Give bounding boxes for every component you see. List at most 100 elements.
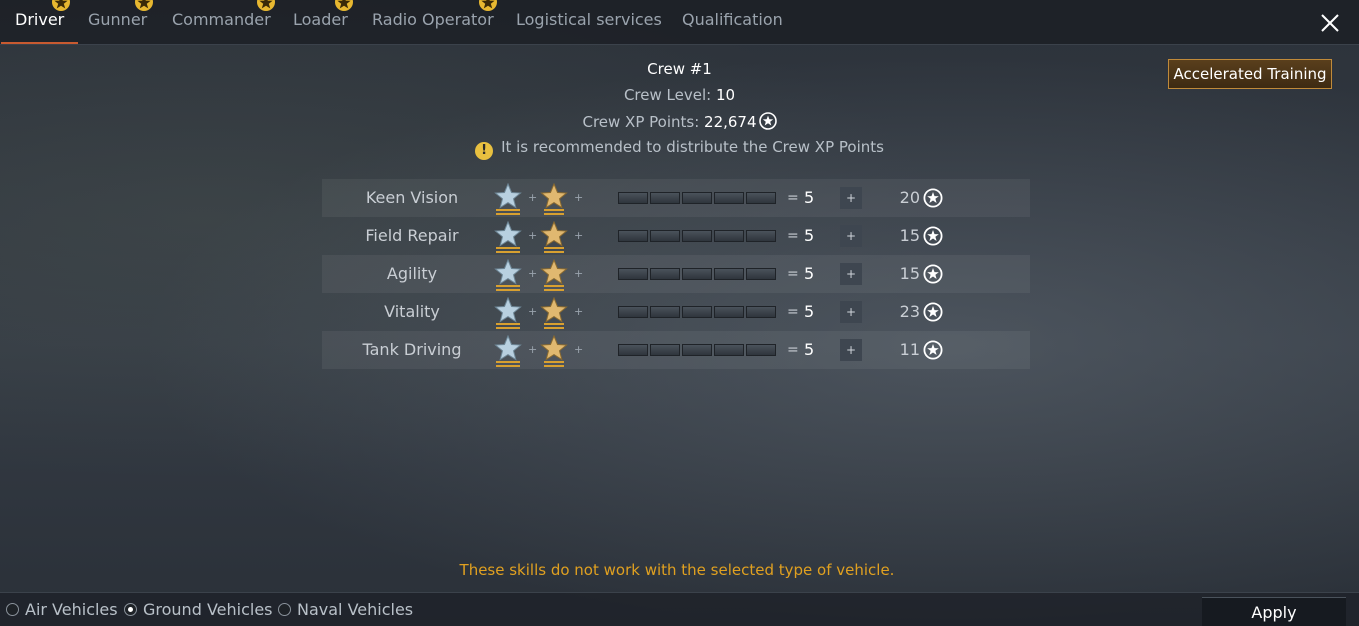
increase-skill-button[interactable]: +: [840, 339, 862, 361]
bar-segment: [746, 230, 776, 242]
bar-segment: [618, 192, 648, 204]
skill-value: 5: [804, 264, 815, 283]
plus-sign: +: [528, 191, 538, 204]
tab-label: Driver: [15, 10, 65, 29]
radio-air-vehicles[interactable]: Air Vehicles: [6, 593, 118, 626]
bar-segment: [650, 306, 680, 318]
radio-label: Air Vehicles: [25, 600, 118, 619]
crew-title: Crew #1: [647, 60, 712, 78]
equals-sign: =: [787, 266, 799, 282]
tab-qualification[interactable]: Qualification: [682, 0, 783, 44]
radio-button-icon: [278, 603, 291, 616]
plus-sign: +: [574, 191, 584, 204]
skill-name: Keen Vision: [365, 188, 459, 207]
skill-cost: 23: [899, 302, 920, 321]
recommendation-text: It is recommended to distribute the Crew…: [501, 138, 884, 156]
plus-sign: +: [528, 229, 538, 242]
plus-sign: +: [528, 267, 538, 280]
crew-xp-value: 22,674: [704, 113, 757, 131]
bar-segment: [682, 268, 712, 280]
close-icon[interactable]: [1315, 8, 1345, 38]
gold-star-icon: [540, 334, 568, 367]
crew-level-label: Crew Level:: [623, 86, 712, 104]
bar-segment: [746, 192, 776, 204]
increase-skill-button[interactable]: +: [840, 187, 862, 209]
skill-name: Vitality: [384, 302, 440, 321]
tab-label: Qualification: [682, 10, 783, 29]
bar-segment: [714, 306, 744, 318]
tab-radio-operator[interactable]: Radio Operator: [372, 0, 497, 44]
bar-segment: [682, 344, 712, 356]
skill-progress-bar: [618, 268, 776, 280]
skill-cost: 15: [899, 264, 920, 283]
equals-sign: =: [787, 304, 799, 320]
skill-row-tank-driving: Tank Driving + + = 5 +11: [322, 331, 1030, 369]
skill-cost: 15: [899, 226, 920, 245]
skill-name: Field Repair: [365, 226, 459, 245]
bar-segment: [682, 192, 712, 204]
bar-segment: [618, 306, 648, 318]
tab-label: Loader: [293, 10, 348, 29]
bar-segment: [682, 230, 712, 242]
radio-button-icon: [6, 603, 19, 616]
role-tab-bar: Driver Gunner Commander Loader Radio Ope…: [0, 0, 1359, 45]
silver-star-icon: [494, 182, 522, 215]
skill-progress-bar: [618, 344, 776, 356]
increase-skill-button[interactable]: +: [840, 225, 862, 247]
radio-label: Naval Vehicles: [297, 600, 414, 619]
tab-label: Gunner: [88, 10, 148, 29]
bar-segment: [746, 268, 776, 280]
silver-star-icon: [494, 296, 522, 329]
bar-segment: [650, 268, 680, 280]
bar-segment: [714, 268, 744, 280]
skill-value: 5: [804, 340, 815, 359]
crew-xp: Crew XP Points: 22,674: [0, 112, 1359, 131]
skill-row-keen-vision: Keen Vision + + = 5 +20: [322, 179, 1030, 217]
tab-gunner[interactable]: Gunner: [88, 0, 153, 44]
bar-segment: [714, 344, 744, 356]
silver-star-icon: [494, 220, 522, 253]
tab-logistical-services[interactable]: Logistical services: [516, 0, 662, 44]
radio-button-selected-icon: [124, 603, 137, 616]
tab-driver[interactable]: Driver: [0, 0, 79, 44]
skill-value: 5: [804, 188, 815, 207]
skill-value: 5: [804, 226, 815, 245]
crew-xp-icon: [758, 112, 777, 130]
plus-sign: +: [528, 305, 538, 318]
skill-name: Tank Driving: [362, 340, 462, 359]
gold-star-icon: [540, 258, 568, 291]
tab-commander[interactable]: Commander: [172, 0, 275, 44]
tab-loader[interactable]: Loader: [293, 0, 353, 44]
recommendation-message: ! It is recommended to distribute the Cre…: [0, 138, 1359, 160]
bar-segment: [650, 192, 680, 204]
apply-button[interactable]: Apply: [1202, 597, 1346, 626]
tab-label: Commander: [172, 10, 271, 29]
skill-row-agility: Agility + + = 5 +15: [322, 255, 1030, 293]
skill-name: Agility: [386, 264, 438, 283]
radio-ground-vehicles[interactable]: Ground Vehicles: [124, 593, 273, 626]
crew-level: Crew Level: 10: [0, 86, 1359, 104]
plus-sign: +: [528, 343, 538, 356]
gold-star-icon: [540, 220, 568, 253]
skill-progress-bar: [618, 192, 776, 204]
equals-sign: =: [787, 342, 799, 358]
silver-star-icon: [494, 258, 522, 291]
increase-skill-button[interactable]: +: [840, 301, 862, 323]
bar-segment: [714, 192, 744, 204]
plus-sign: +: [574, 267, 584, 280]
gold-star-icon: [540, 182, 568, 215]
increase-skill-button[interactable]: +: [840, 263, 862, 285]
tab-label: Logistical services: [516, 10, 662, 29]
crew-xp-label: Crew XP Points:: [582, 113, 700, 131]
silver-star-icon: [494, 334, 522, 367]
bar-segment: [618, 230, 648, 242]
bar-segment: [650, 344, 680, 356]
accelerated-training-button[interactable]: Accelerated Training: [1168, 59, 1332, 89]
plus-sign: +: [574, 343, 584, 356]
crew-xp-icon: [923, 264, 943, 288]
radio-naval-vehicles[interactable]: Naval Vehicles: [278, 593, 413, 626]
skill-row-field-repair: Field Repair + + = 5 +15: [322, 217, 1030, 255]
skill-progress-bar: [618, 230, 776, 242]
plus-sign: +: [574, 305, 584, 318]
equals-sign: =: [787, 190, 799, 206]
